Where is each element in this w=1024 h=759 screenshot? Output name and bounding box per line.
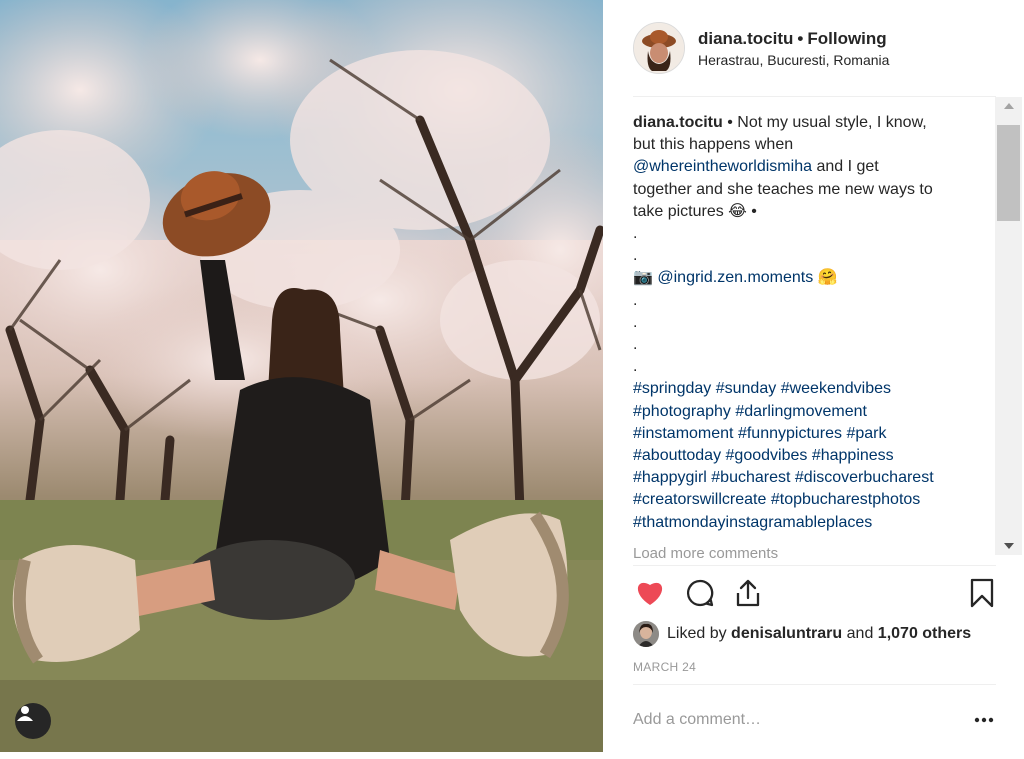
caption-line: 📷 @ingrid.zen.moments 🤗 — [633, 267, 988, 289]
username-link[interactable]: diana.tocitu — [698, 29, 793, 48]
scroll-up-button[interactable] — [995, 97, 1022, 115]
hashtag-line: #springday #sunday #weekendvibes — [633, 378, 988, 400]
likes-prefix: Liked by — [667, 625, 727, 642]
likes-and: and — [846, 625, 874, 642]
save-button[interactable] — [965, 576, 999, 610]
caption-line: . — [633, 313, 638, 331]
hashtag-link[interactable]: #happygirl — [633, 469, 707, 486]
hashtag-link[interactable]: #happiness — [812, 447, 894, 464]
heart-icon — [637, 582, 663, 605]
add-comment-form — [633, 706, 996, 734]
comments-scrollbar[interactable] — [995, 97, 1022, 555]
actions-divider — [633, 565, 996, 566]
caption-line: take pictures 😂 • — [633, 202, 757, 220]
hashtag-link[interactable]: #funnypictures — [738, 425, 842, 442]
comment-button[interactable] — [683, 576, 717, 610]
share-button[interactable] — [731, 576, 765, 610]
comment-divider — [633, 684, 996, 685]
avatar-image — [634, 23, 684, 73]
liker-avatar-image — [633, 621, 659, 647]
caption-line: but this happens when — [633, 136, 794, 154]
hashtag-link[interactable]: #photography — [633, 403, 731, 420]
photo-scene — [0, 0, 603, 752]
likes-count-button[interactable]: 1,070 others — [878, 625, 971, 643]
caption-line: . — [633, 358, 638, 376]
likes-summary: Liked by denisaluntraru and 1,070 others — [633, 620, 971, 648]
mention-link[interactable]: @ingrid.zen.moments — [657, 269, 813, 286]
header-divider — [633, 96, 996, 97]
hashtag-link[interactable]: #instamoment — [633, 425, 734, 442]
comment-icon — [686, 579, 714, 607]
scroll-thumb[interactable] — [997, 125, 1020, 221]
liker-avatar[interactable] — [633, 621, 659, 647]
location-link[interactable]: Herastrau, Bucuresti, Romania — [698, 52, 889, 68]
hashtag-line: #happygirl #bucharest #discoverbucharest — [633, 467, 988, 489]
hashtag-line: #creatorswillcreate #topbucharestphotos — [633, 489, 988, 511]
add-comment-input[interactable] — [633, 706, 953, 734]
bookmark-icon — [970, 578, 994, 608]
camera-emoji: 📷 — [633, 269, 653, 287]
person-icon — [17, 706, 33, 721]
scroll-down-button[interactable] — [995, 537, 1022, 555]
caption-line: diana.tocitu • Not my usual style, I kno… — [633, 114, 927, 131]
load-more-comments-button[interactable]: Load more comments — [633, 545, 778, 562]
avatar[interactable] — [633, 22, 685, 74]
separator-dot: • — [797, 29, 804, 48]
hashtag-link[interactable]: #thatmondayinstagramableplaces — [633, 514, 872, 531]
caption-author[interactable]: diana.tocitu — [633, 114, 723, 131]
caption-line: . — [633, 247, 638, 265]
hashtag-line: #instamoment #funnypictures #park — [633, 423, 988, 445]
hashtag-link[interactable]: #springday — [633, 380, 711, 397]
hashtag-line: #abouttoday #goodvibes #happiness — [633, 445, 988, 467]
post-header: diana.tocitu • Following Herastrau, Bucure… — [603, 0, 1024, 96]
post-side-panel: diana.tocitu • Following Herastrau, Bucure… — [603, 0, 1024, 759]
arrow-down-icon — [1003, 543, 1014, 549]
hashtag-link[interactable]: #sunday — [716, 380, 777, 397]
hashtag-link[interactable]: #weekendvibes — [781, 380, 891, 397]
hashtag-line: #thatmondayinstagramableplaces — [633, 512, 988, 534]
caption-line: @whereintheworldismiha and I get — [633, 158, 879, 176]
caption-line: together and she teaches me new ways to — [633, 180, 933, 198]
caption-line: . — [633, 291, 638, 309]
comments-section: diana.tocitu • Not my usual style, I kno… — [633, 112, 988, 560]
share-icon — [736, 579, 760, 607]
hashtag-link[interactable]: #bucharest — [711, 469, 790, 486]
mention-link[interactable]: @whereintheworldismiha — [633, 158, 812, 175]
user-tag-icon[interactable] — [15, 703, 51, 739]
action-bar — [633, 576, 996, 612]
post-date[interactable]: MARCH 24 — [633, 660, 696, 674]
hashtag-link[interactable]: #discoverbucharest — [795, 469, 934, 486]
hashtag-link[interactable]: #topbucharestphotos — [771, 491, 920, 508]
hashtag-link[interactable]: #goodvibes — [726, 447, 808, 464]
hug-emoji: 🤗 — [817, 269, 838, 287]
hashtag-line: #photography #darlingmovement — [633, 401, 988, 423]
like-button[interactable] — [633, 576, 667, 610]
hashtag-link[interactable]: #darlingmovement — [735, 403, 867, 420]
hashtag-link[interactable]: #creatorswillcreate — [633, 491, 766, 508]
hashtag-link[interactable]: #abouttoday — [633, 447, 721, 464]
caption-line: . — [633, 336, 638, 354]
hashtag-link[interactable]: #park — [846, 425, 886, 442]
post-photo[interactable] — [0, 0, 603, 752]
more-options-button[interactable] — [972, 708, 996, 732]
follow-status-button[interactable]: Following — [807, 29, 886, 48]
more-icon — [974, 717, 994, 723]
caption-line: . — [633, 225, 638, 243]
liker-username[interactable]: denisaluntraru — [731, 625, 842, 643]
header-user-line: diana.tocitu • Following — [698, 29, 887, 49]
arrow-up-icon — [1003, 103, 1014, 109]
